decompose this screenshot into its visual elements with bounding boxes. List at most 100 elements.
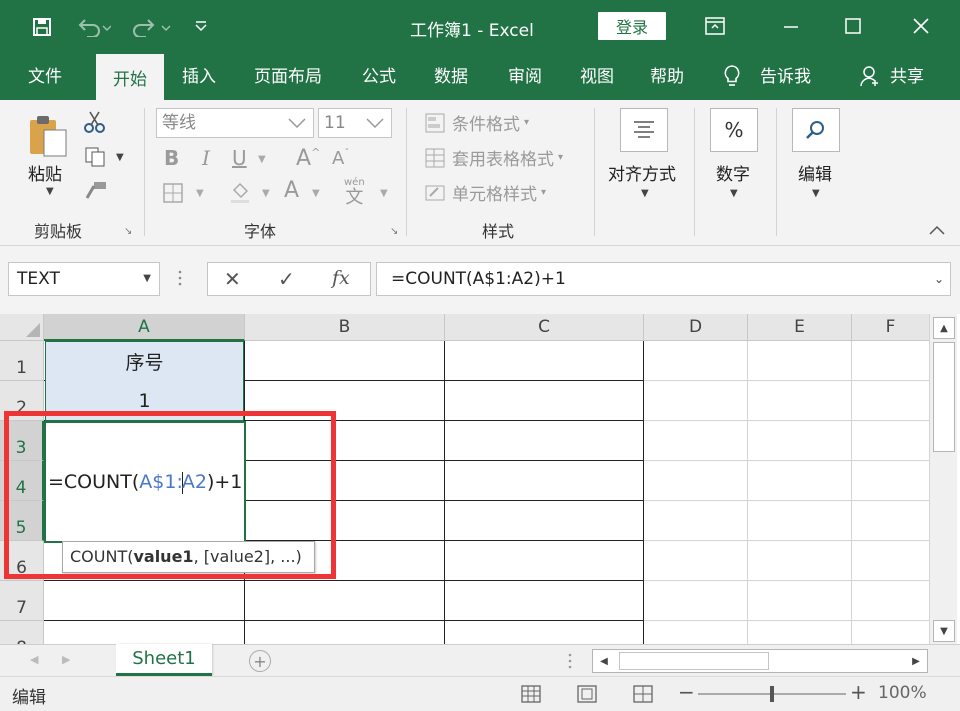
select-all-corner[interactable] xyxy=(0,314,44,341)
tab-split-grip-icon[interactable] xyxy=(568,651,572,671)
fill-color-icon[interactable] xyxy=(228,180,252,208)
redo-icon[interactable] xyxy=(128,14,176,40)
row-header-8[interactable]: 8 xyxy=(0,621,44,644)
add-sheet-icon[interactable]: + xyxy=(249,650,271,672)
bold-button[interactable]: B xyxy=(164,146,179,170)
copy-dropdown-icon[interactable]: ▼ xyxy=(116,152,124,163)
enter-icon[interactable]: ✓ xyxy=(278,267,295,291)
font-size-combo[interactable]: 11 xyxy=(318,108,392,138)
row-header-7[interactable]: 7 xyxy=(0,581,44,621)
tab-help[interactable]: 帮助 xyxy=(650,64,684,94)
normal-view-icon[interactable] xyxy=(520,684,542,708)
column-header-b[interactable]: B xyxy=(245,314,445,341)
scroll-left-icon[interactable]: ◀ xyxy=(593,650,615,672)
tab-formulas[interactable]: 公式 xyxy=(362,64,396,94)
save-icon[interactable] xyxy=(28,14,56,40)
formula-bar-grip-icon[interactable] xyxy=(178,268,182,288)
collapse-ribbon-icon[interactable] xyxy=(928,224,946,240)
format-as-table-button[interactable]: 套用表格格式 ▾ xyxy=(424,145,563,170)
alignment-button[interactable]: 对齐方式 xyxy=(608,160,676,185)
format-painter-icon[interactable] xyxy=(84,180,108,206)
zoom-in-button[interactable]: + xyxy=(850,680,867,704)
tab-data[interactable]: 数据 xyxy=(434,64,468,94)
search-icon[interactable] xyxy=(792,108,840,152)
column-header-c[interactable]: C xyxy=(445,314,644,341)
customize-qat-icon[interactable] xyxy=(190,14,212,40)
tell-me-icon[interactable] xyxy=(722,64,742,94)
tab-file[interactable]: 文件 xyxy=(28,64,62,94)
paste-icon[interactable] xyxy=(26,114,70,162)
font-color-button[interactable]: A xyxy=(284,178,299,203)
expand-formula-icon[interactable]: ⌄ xyxy=(934,263,944,295)
scroll-up-icon[interactable]: ▲ xyxy=(933,317,955,339)
borders-icon[interactable] xyxy=(162,182,184,208)
tab-tell-me[interactable]: 告诉我 xyxy=(760,64,811,94)
italic-button[interactable]: I xyxy=(202,146,210,170)
page-layout-view-icon[interactable] xyxy=(576,684,598,708)
paste-label[interactable]: 粘贴 xyxy=(28,160,62,185)
decrease-font-button[interactable]: Aˇ xyxy=(332,148,349,169)
clipboard-launcher-icon[interactable]: ↘ xyxy=(124,226,132,237)
undo-icon[interactable] xyxy=(74,14,114,40)
formula-input[interactable]: =COUNT(A$1:A2)+1 ⌄ xyxy=(376,262,951,296)
vertical-scrollbar[interactable]: ▲ ▼ xyxy=(929,314,957,644)
underline-dropdown-icon[interactable]: ▼ xyxy=(258,154,266,165)
minimize-icon[interactable] xyxy=(776,12,806,40)
tab-view[interactable]: 视图 xyxy=(580,64,614,94)
cancel-icon[interactable]: ✕ xyxy=(224,267,241,291)
cut-icon[interactable] xyxy=(84,110,106,138)
login-button[interactable]: 登录 xyxy=(598,12,666,40)
cell-a1[interactable]: 序号 xyxy=(45,341,244,381)
worksheet-grid[interactable]: A B C D E F 1 2 3 4 5 6 7 8 序号 1 =COUNT(… xyxy=(0,314,960,644)
zoom-level[interactable]: 100% xyxy=(878,683,927,703)
tab-share[interactable]: 共享 xyxy=(890,64,924,94)
zoom-slider[interactable] xyxy=(698,686,846,702)
scroll-thumb[interactable] xyxy=(933,342,955,452)
fill-dropdown-icon[interactable]: ▼ xyxy=(262,188,270,199)
tab-page-layout[interactable]: 页面布局 xyxy=(254,64,322,94)
maximize-icon[interactable] xyxy=(838,12,868,40)
scroll-down-icon[interactable]: ▼ xyxy=(933,620,955,642)
sheet-tab-sheet1[interactable]: Sheet1 xyxy=(116,644,212,676)
tab-review[interactable]: 审阅 xyxy=(508,64,542,94)
number-dropdown-icon[interactable]: ▼ xyxy=(730,188,738,199)
cell-styles-button[interactable]: 单元格样式 ▾ xyxy=(424,180,546,205)
insert-function-icon[interactable]: fx xyxy=(332,267,350,289)
scroll-right-icon[interactable]: ▶ xyxy=(905,650,927,672)
font-name-combo[interactable]: 等线 xyxy=(156,108,314,138)
tab-insert[interactable]: 插入 xyxy=(182,64,216,94)
tab-home[interactable]: 开始 xyxy=(96,54,164,101)
increase-font-button[interactable]: A ^ xyxy=(296,146,320,171)
next-sheet-icon[interactable]: ▶ xyxy=(62,653,70,666)
zoom-slider-thumb[interactable] xyxy=(770,686,774,702)
column-header-e[interactable]: E xyxy=(748,314,852,341)
column-header-d[interactable]: D xyxy=(644,314,748,341)
phonetic-button[interactable]: wén 文 xyxy=(344,178,365,208)
name-box-dropdown-icon[interactable]: ▼ xyxy=(143,263,151,295)
alignment-dropdown-icon[interactable]: ▼ xyxy=(641,188,649,199)
column-header-f[interactable]: F xyxy=(852,314,930,341)
column-header-a[interactable]: A xyxy=(44,314,245,341)
font-color-dropdown-icon[interactable]: ▼ xyxy=(312,188,320,199)
close-icon[interactable] xyxy=(906,12,936,40)
editing-button[interactable]: 编辑 xyxy=(798,160,832,185)
ribbon-display-icon[interactable] xyxy=(700,12,730,40)
conditional-format-button[interactable]: 条件格式 ▾ xyxy=(424,110,529,135)
prev-sheet-icon[interactable]: ◀ xyxy=(30,653,38,666)
zoom-out-button[interactable]: − xyxy=(678,680,695,704)
paste-dropdown-icon[interactable]: ▼ xyxy=(46,186,54,197)
share-icon[interactable] xyxy=(860,64,880,94)
page-break-view-icon[interactable] xyxy=(632,684,654,708)
editing-dropdown-icon[interactable]: ▼ xyxy=(812,188,820,199)
borders-dropdown-icon[interactable]: ▼ xyxy=(196,188,204,199)
row-header-1[interactable]: 1 xyxy=(0,341,44,381)
underline-button[interactable]: U xyxy=(232,146,247,170)
font-launcher-icon[interactable]: ↘ xyxy=(390,226,398,237)
hscroll-thumb[interactable] xyxy=(619,652,769,670)
percent-icon[interactable]: % xyxy=(710,108,758,152)
phonetic-dropdown-icon[interactable]: ▼ xyxy=(380,188,388,199)
number-button[interactable]: 数字 xyxy=(716,160,750,185)
horizontal-scrollbar[interactable]: ◀ ▶ xyxy=(592,649,928,673)
align-icon[interactable] xyxy=(620,108,668,152)
name-box[interactable]: TEXT ▼ xyxy=(8,262,160,296)
